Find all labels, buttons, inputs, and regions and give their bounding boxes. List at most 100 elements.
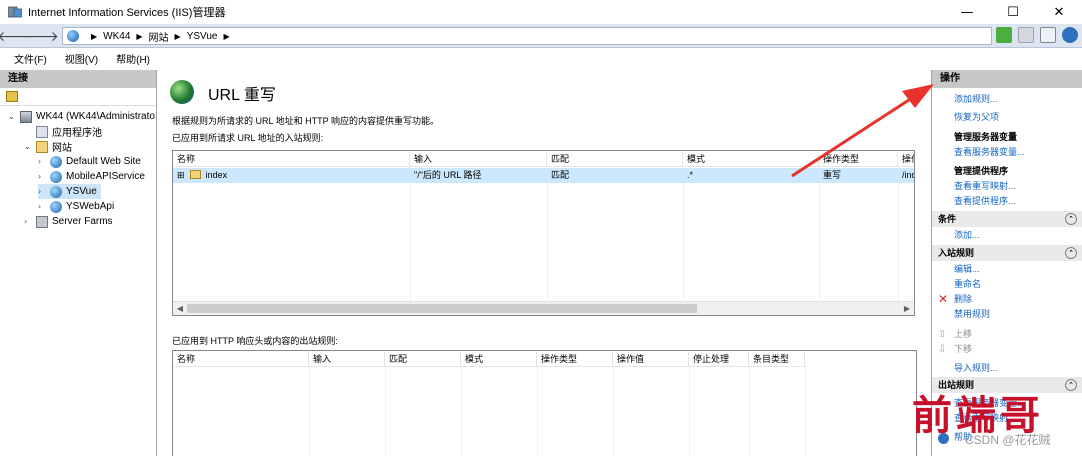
collapse-icon[interactable]: ⌃ [1065,213,1077,225]
column-divider [613,367,614,456]
expand-icon[interactable]: › [38,172,46,181]
scroll-left-button[interactable]: ◀ [173,302,187,315]
expand-icon[interactable]: › [24,217,32,226]
inbound-header-label: 入站规则 [938,248,975,258]
inbound-horizontal-scrollbar[interactable]: ◀ ▶ [173,301,914,315]
column-header-input[interactable]: 输入 [309,351,385,366]
expand-row-icon[interactable]: ⊞ [177,170,185,180]
stop-icon[interactable] [1018,27,1034,43]
conditions-section-header[interactable]: 条件 ⌃ [932,211,1082,227]
column-header-input[interactable]: 输入 [410,151,547,166]
manage-server-variables-heading: 管理服务器变量 [954,132,1018,142]
home-icon[interactable] [1040,27,1056,43]
expand-icon[interactable]: ⌄ [8,112,16,121]
scroll-thumb[interactable] [187,304,697,313]
move-up-label: 上移 [954,329,973,339]
column-header-match[interactable]: 匹配 [385,351,461,366]
tree-item-label: Default Web Site [66,156,141,167]
column-header-stop-processing[interactable]: 停止处理 [689,351,749,366]
tree-item-sites[interactable]: ⌄ 网站 [24,139,72,154]
column-header-action-value[interactable]: 操作值 [613,351,689,366]
column-header-name[interactable]: 名称 [173,151,410,166]
maximize-button[interactable]: ☐ [990,0,1036,24]
feature-description: 根据规则为所请求的 URL 地址和 HTTP 响应的内容提供重写功能。 [172,116,440,126]
menu-view[interactable]: 视图(V) [65,51,98,66]
import-rules-link[interactable]: 导入规则... [932,361,1082,376]
arrow-down-icon: ⇩ [938,344,947,355]
address-bar: 🡐 🡒 ▶ WK44 ▶ 网站 ▶ YSVue ▶ [0,24,1082,48]
help-icon[interactable] [1062,27,1078,43]
column-header-action[interactable]: 操作 [898,151,914,166]
globe-icon [50,200,62,213]
delete-rule-link[interactable]: ✕ 删除 [932,292,1082,307]
column-divider [689,367,690,456]
menu-help[interactable]: 帮助(H) [116,51,150,66]
tree-item-app-pools[interactable]: 应用程序池 [24,124,102,139]
rename-rule-link[interactable]: 重命名 [932,277,1082,292]
column-header-pattern[interactable]: 模式 [461,351,537,366]
scroll-right-button[interactable]: ▶ [900,302,914,315]
arrow-up-icon: ⇧ [938,329,947,340]
revert-to-parent-link[interactable]: 恢复为父项 [932,110,1082,125]
cell-name: ⊞ index [173,168,410,183]
folder-icon [190,170,202,179]
view-rewrite-maps-link[interactable]: 查看重写映射... [932,179,1082,194]
column-divider [749,367,750,456]
column-header-match[interactable]: 匹配 [547,151,683,166]
inbound-rules-grid[interactable]: 名称 输入 匹配 模式 操作类型 操作 ⊞ index "/"后的 URL 路径… [172,150,915,316]
column-header-name[interactable]: 名称 [173,351,309,366]
inbound-rules-section-header[interactable]: 入站规则 ⌃ [932,245,1082,261]
breadcrumb[interactable]: ▶ WK44 ▶ 网站 ▶ YSVue ▶ [62,27,992,45]
view-providers-link[interactable]: 查看提供程序... [932,194,1082,209]
disable-rule-link[interactable]: 禁用规则 [932,307,1082,322]
collapse-icon[interactable]: ⌃ [1065,247,1077,259]
add-rule-link[interactable]: 添加规则... [932,92,1082,107]
actions-header: 操作 [932,70,1082,88]
expand-icon[interactable]: ⌄ [24,142,32,151]
breadcrumb-item-site[interactable]: YSVue [187,31,218,42]
tree-item-label: YSVue [66,186,97,197]
column-divider [805,367,806,456]
delete-rule-label: 删除 [954,294,973,304]
tree-item-ysvue[interactable]: › YSVue [38,184,101,199]
expand-icon[interactable]: › [38,157,46,166]
column-divider [898,167,899,301]
add-condition-link[interactable]: 添加... [932,228,1082,243]
page-title: URL 重写 [208,87,276,104]
breadcrumb-item-server[interactable]: WK44 [103,31,130,42]
tree-item-label: 应用程序池 [52,128,102,139]
expand-icon[interactable]: › [38,202,46,211]
tree-item-yswebapi[interactable]: › YSWebApi [38,199,114,214]
tree-item-default-web-site[interactable]: › Default Web Site [38,154,141,169]
column-header-entry-type[interactable]: 条目类型 [749,351,805,366]
tree-item-server-farms[interactable]: › Server Farms [24,214,113,229]
table-row[interactable]: ⊞ index "/"后的 URL 路径 匹配 .* 重写 /ind [173,168,914,183]
minimize-button[interactable]: — [944,0,990,24]
cell-action-type: 重写 [823,170,842,180]
column-divider [683,167,684,301]
window-title: Internet Information Services (IIS)管理器 [28,7,226,19]
connections-toolbar [0,88,156,106]
close-button[interactable]: ✕ [1036,0,1082,24]
connect-icon[interactable] [996,27,1012,43]
collapse-icon[interactable]: ⌃ [1065,379,1077,391]
edit-rule-link[interactable]: 编辑... [932,262,1082,277]
outbound-rules-section-header[interactable]: 出站规则 ⌃ [932,377,1082,393]
move-up-link[interactable]: ⇧ 上移 [932,327,1082,342]
breadcrumb-item-sites[interactable]: 网站 [149,29,169,44]
menu-file[interactable]: 文件(F) [14,51,47,66]
tree-item-mobileapiservice[interactable]: › MobileAPIService [38,169,145,184]
inbound-grid-header: 名称 输入 匹配 模式 操作类型 操作 [173,151,914,167]
expand-icon[interactable]: › [38,187,46,196]
column-header-action-type[interactable]: 操作类型 [819,151,898,166]
new-connection-icon[interactable] [6,91,18,102]
view-server-variables-link[interactable]: 查看服务器变量... [932,145,1082,160]
column-header-pattern[interactable]: 模式 [683,151,819,166]
move-down-link[interactable]: ⇩ 下移 [932,342,1082,357]
column-header-action-type[interactable]: 操作类型 [537,351,613,366]
forward-button[interactable]: 🡒 [21,27,59,45]
tree-item-server[interactable]: ⌄ WK44 (WK44\Administrato [8,109,155,124]
chevron-right-icon: ▶ [223,31,230,41]
outbound-rules-grid[interactable]: 名称 输入 匹配 模式 操作类型 操作值 停止处理 条目类型 [172,350,917,456]
app-pool-icon [36,125,48,138]
